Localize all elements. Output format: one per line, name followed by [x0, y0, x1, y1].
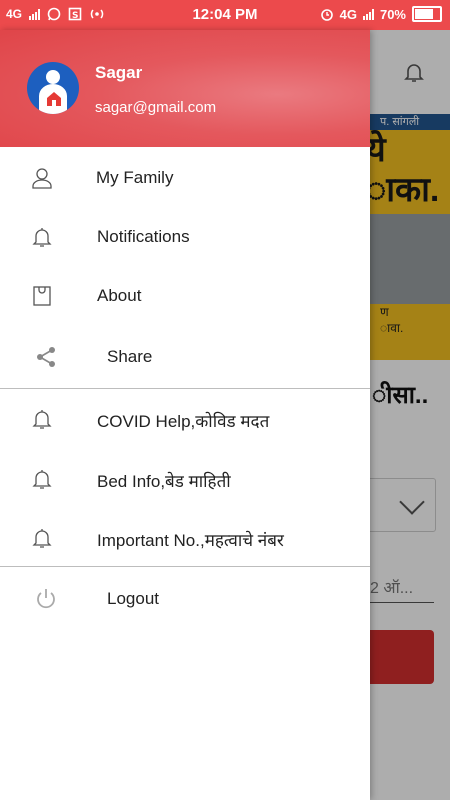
bell-icon — [32, 529, 52, 548]
signal-icon-right — [362, 8, 374, 20]
drawer-header: Sagar sagar@gmail.com — [0, 30, 370, 147]
menu-label-notifications: Notifications — [97, 227, 190, 246]
menu-item-logout[interactable]: Logout — [0, 570, 370, 628]
user-email: sagar@gmail.com — [95, 99, 217, 116]
bell-icon — [32, 470, 52, 489]
person-icon — [32, 168, 52, 189]
bell-icon — [32, 228, 52, 247]
menu-item-about[interactable]: About — [0, 267, 370, 325]
status-right: 4G 70% — [320, 6, 442, 22]
bell-icon — [32, 410, 52, 429]
avatar[interactable] — [27, 62, 79, 114]
user-name: Sagar — [95, 63, 143, 82]
menu-label-share: Share — [107, 347, 153, 366]
user-home-icon — [39, 70, 67, 114]
menu-label-my-family: My Family — [96, 168, 174, 187]
alarm-icon — [320, 9, 333, 21]
menu-label-important-numbers: Important No.,महत्वाचे नंबर — [97, 531, 284, 550]
menu-label-bed-info: Bed Info,बेड माहिती — [97, 472, 231, 491]
network-type-right: 4G — [339, 6, 357, 22]
menu-item-my-family[interactable]: My Family — [0, 149, 370, 207]
drawer-divider — [0, 566, 370, 567]
navigation-drawer: Sagar sagar@gmail.com My Family Notifica… — [0, 30, 370, 800]
battery-icon — [412, 6, 442, 22]
menu-label-covid-help: COVID Help,कोविड मदत — [97, 412, 270, 431]
power-icon — [37, 589, 55, 609]
bag-icon — [33, 286, 51, 306]
status-bar: 4G S 12:04 PM 4G 70% — [0, 0, 450, 30]
battery-percent: 70% — [379, 6, 406, 22]
drawer-divider — [0, 388, 370, 389]
menu-item-notifications[interactable]: Notifications — [0, 208, 370, 266]
menu-item-share[interactable]: Share — [0, 328, 370, 386]
menu-item-bed-info[interactable]: Bed Info,बेड माहिती — [0, 450, 370, 508]
share-icon — [37, 347, 55, 367]
menu-item-important-numbers[interactable]: Important No.,महत्वाचे नंबर — [0, 509, 370, 567]
menu-label-about: About — [97, 286, 142, 305]
menu-item-covid-help[interactable]: COVID Help,कोविड मदत — [0, 390, 370, 448]
menu-label-logout: Logout — [107, 589, 159, 608]
